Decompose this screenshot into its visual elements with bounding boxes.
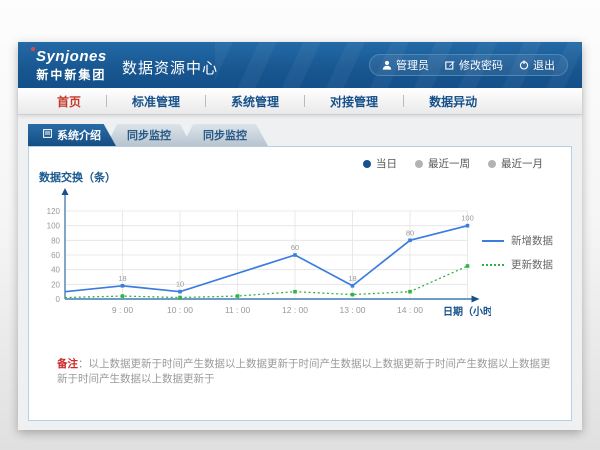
logout-label: 退出 — [533, 57, 555, 73]
footnote-text: ：以上数据更新于时间产生数据以上数据更新于时间产生数据以上数据更新于时间产生数据… — [57, 358, 551, 385]
logo-company: 新中新集团 — [36, 66, 107, 83]
logo: Synjones 新中新集团 — [36, 48, 107, 83]
tab-system-intro[interactable]: 系统介绍 — [28, 124, 116, 146]
svg-text:9 : 00: 9 : 00 — [112, 305, 134, 315]
page-card: Synjones 新中新集团 数据资源中心 管理员 修改密码 退出 — [18, 42, 582, 430]
svg-text:20: 20 — [51, 280, 60, 289]
svg-text:14 : 00: 14 : 00 — [397, 305, 423, 315]
line-chart-svg: 0 20 40 60 80 100 120 9 : 00 10 : 00 11 : 00 12 : … — [41, 183, 491, 323]
tab-label: 同步监控 — [127, 127, 171, 143]
svg-text:10: 10 — [176, 280, 184, 289]
filter-label: 最近一月 — [501, 156, 543, 171]
svg-text:80: 80 — [406, 228, 414, 237]
svg-text:10 : 00: 10 : 00 — [167, 305, 193, 315]
svg-text:100: 100 — [47, 222, 61, 231]
main-nav: 首页 标准管理 系统管理 对接管理 数据异动 — [18, 88, 582, 115]
svg-text:80: 80 — [51, 236, 60, 245]
svg-text:18: 18 — [348, 274, 356, 283]
page-title: 数据资源中心 — [122, 57, 218, 78]
radio-selected-icon — [363, 160, 371, 168]
svg-text:120: 120 — [47, 207, 61, 216]
radio-icon — [415, 160, 423, 168]
nav-item-home[interactable]: 首页 — [32, 93, 106, 110]
filter-label: 最近一周 — [428, 156, 470, 171]
logout-button[interactable]: 退出 — [519, 57, 555, 73]
svg-text:0: 0 — [56, 295, 61, 304]
admin-user-label: 管理员 — [396, 57, 429, 73]
admin-user-button[interactable]: 管理员 — [382, 57, 429, 73]
svg-text:日期（小时）: 日期（小时） — [443, 305, 491, 318]
dotted-line-swatch-icon — [482, 264, 504, 266]
legend-item-new-data: 新增数据 — [482, 233, 553, 248]
line-chart: 0 20 40 60 80 100 120 9 : 00 10 : 00 11 : 00 12 : … — [41, 183, 491, 328]
footnote: 备注：以上数据更新于时间产生数据以上数据更新于时间产生数据以上数据更新于时间产生… — [57, 357, 551, 386]
filter-last-week[interactable]: 最近一周 — [415, 156, 470, 171]
tab-sync-monitor-2[interactable]: 同步监控 — [182, 124, 268, 146]
power-icon — [519, 60, 529, 70]
radio-icon — [488, 160, 496, 168]
header: Synjones 新中新集团 数据资源中心 管理员 修改密码 退出 — [18, 42, 582, 88]
svg-text:40: 40 — [51, 266, 60, 275]
tab-label: 系统介绍 — [57, 127, 101, 143]
content-area: 系统介绍 同步监控 同步监控 当日 最近一周 — [18, 115, 582, 430]
nav-item-data-change[interactable]: 数据异动 — [404, 93, 502, 110]
range-filters: 当日 最近一周 最近一月 — [363, 156, 543, 171]
filter-last-month[interactable]: 最近一月 — [488, 156, 543, 171]
legend-label: 新增数据 — [511, 233, 553, 248]
nav-item-system-mgmt[interactable]: 系统管理 — [206, 93, 304, 110]
filter-label: 当日 — [376, 156, 397, 171]
svg-text:18: 18 — [118, 274, 126, 283]
change-password-label: 修改密码 — [459, 57, 503, 73]
svg-text:60: 60 — [51, 251, 60, 260]
logo-accent-dot — [31, 47, 35, 51]
series-legend: 新增数据 更新数据 — [482, 233, 553, 272]
tab-bar: 系统介绍 同步监控 同步监控 — [28, 124, 268, 146]
svg-text:11 : 00: 11 : 00 — [225, 305, 251, 315]
form-icon — [43, 129, 52, 141]
legend-label: 更新数据 — [511, 257, 553, 272]
change-password-button[interactable]: 修改密码 — [445, 57, 503, 73]
footnote-prefix: 备注 — [57, 358, 78, 370]
user-toolbar: 管理员 修改密码 退出 — [369, 54, 568, 76]
tab-sync-monitor-1[interactable]: 同步监控 — [106, 124, 192, 146]
solid-line-swatch-icon — [482, 240, 504, 242]
svg-text:13 : 00: 13 : 00 — [340, 305, 366, 315]
edit-icon — [445, 60, 455, 70]
svg-text:60: 60 — [291, 243, 299, 252]
logo-brand: Synjones — [36, 48, 107, 65]
legend-item-update-data: 更新数据 — [482, 257, 553, 272]
svg-text:100: 100 — [461, 214, 474, 223]
user-icon — [382, 60, 392, 70]
filter-today[interactable]: 当日 — [363, 156, 397, 171]
chart-panel: 当日 最近一周 最近一月 数据交换（条） 0204060801001209 : … — [28, 146, 572, 421]
svg-text:12 : 00: 12 : 00 — [282, 305, 308, 315]
nav-item-standard-mgmt[interactable]: 标准管理 — [107, 93, 205, 110]
tab-label: 同步监控 — [203, 127, 247, 143]
nav-item-interface-mgmt[interactable]: 对接管理 — [305, 93, 403, 110]
